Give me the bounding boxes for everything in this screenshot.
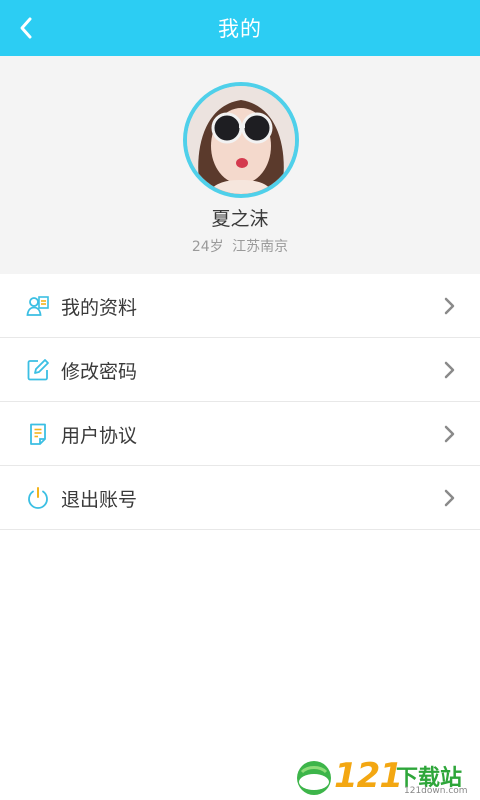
menu-item-label: 修改密码 [61, 361, 138, 383]
avatar[interactable] [183, 82, 299, 198]
chevron-right-icon [444, 297, 455, 315]
menu-item-user-agreement[interactable]: 用户协议 [0, 402, 480, 466]
profile-name: 夏之沫 [211, 208, 269, 230]
profile-section: 夏之沫 24岁 江苏南京 [0, 56, 480, 274]
back-button[interactable] [4, 6, 48, 50]
menu-list: 我的资料 修改密码 用户协议 退出账号 [0, 274, 480, 530]
document-icon [30, 423, 46, 445]
watermark-number: 121 [334, 756, 403, 796]
menu-item-logout[interactable]: 退出账号 [0, 466, 480, 530]
menu-item-label: 我的资料 [61, 297, 138, 319]
profile-info: 24岁 江苏南京 [191, 239, 289, 255]
chevron-right-icon [444, 361, 455, 379]
menu-item-label: 用户协议 [61, 425, 138, 447]
menu-item-label: 退出账号 [61, 489, 138, 511]
menu-item-profile[interactable]: 我的资料 [0, 274, 480, 338]
menu-item-change-password[interactable]: 修改密码 [0, 338, 480, 402]
chevron-right-icon [444, 489, 455, 507]
watermark-url: 121down.com [404, 786, 468, 796]
watermark: 121 下载站 121down.com [294, 756, 478, 800]
chevron-right-icon [444, 425, 455, 443]
profile-card-icon [26, 296, 49, 316]
globe-logo-icon [297, 761, 331, 795]
edit-icon [27, 359, 49, 381]
power-icon [28, 487, 48, 509]
page-title: 我的 [218, 17, 262, 41]
avatar-photo [187, 86, 295, 194]
top-bar: 我的 [0, 0, 480, 56]
chevron-left-icon [20, 17, 32, 39]
